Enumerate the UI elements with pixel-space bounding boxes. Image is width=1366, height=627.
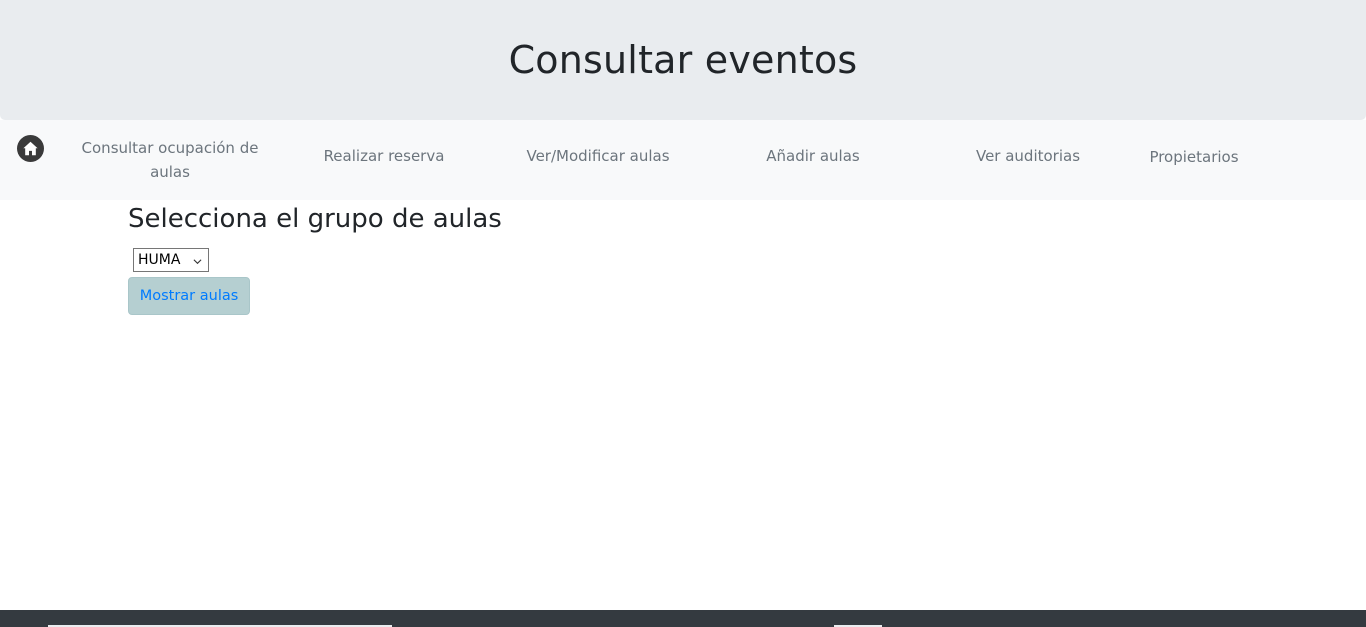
home-link[interactable] <box>17 135 44 162</box>
chevron-down-icon <box>193 254 202 270</box>
page-title: Consultar eventos <box>508 38 858 82</box>
group-select[interactable]: HUMA <box>133 248 209 272</box>
home-icon <box>22 140 39 157</box>
page-footer <box>0 610 1366 627</box>
group-select-value: HUMA <box>138 252 181 268</box>
page-header: Consultar eventos <box>0 0 1366 120</box>
main-navbar: Consultar ocupación de aulas Realizar re… <box>0 120 1366 200</box>
nav-item-propietarios[interactable]: Propietarios <box>1130 117 1258 197</box>
section-heading: Selecciona el grupo de aulas <box>128 204 502 234</box>
main-content: Selecciona el grupo de aulas HUMA Mostra… <box>128 200 1238 315</box>
nav-item-realizar-reserva[interactable]: Realizar reserva <box>300 116 468 196</box>
nav-item-ver-modificar-aulas[interactable]: Ver/Modificar aulas <box>510 116 686 196</box>
nav-item-anadir-aulas[interactable]: Añadir aulas <box>730 116 896 196</box>
nav-item-ver-auditorias[interactable]: Ver auditorias <box>950 116 1106 196</box>
show-rooms-button[interactable]: Mostrar aulas <box>128 277 250 315</box>
nav-item-consultar-ocupacion[interactable]: Consultar ocupación de aulas <box>80 120 260 200</box>
